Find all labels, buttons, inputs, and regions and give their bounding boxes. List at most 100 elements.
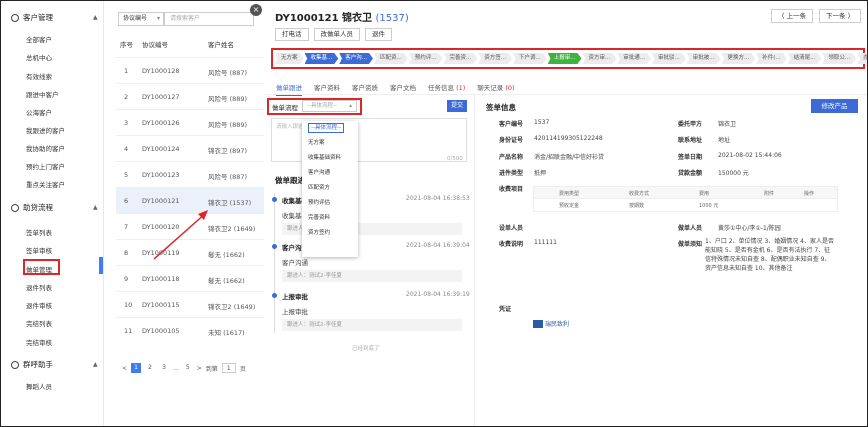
table-row[interactable]: 4 DY1000124 锦衣卫 (897)	[116, 135, 266, 161]
sidebar-section-loan[interactable]: 助贷流程 ▲	[11, 202, 98, 213]
step-item[interactable]: 补件(...	[756, 53, 787, 64]
step-item[interactable]: 结清尾...	[787, 53, 822, 64]
step-item[interactable]: 办理抵...	[857, 53, 867, 64]
table-row[interactable]: 6 DY1000121 锦衣卫 (1537)	[116, 187, 266, 213]
sidebar: 客户管理 ▲ 助贷流程 ▲ 群呼助手 ▲ 全部客户总机中心有效线索跟进中客户公海…	[1, 1, 104, 426]
page-2[interactable]: 2	[145, 363, 155, 373]
sidebar-section-call[interactable]: 群呼助手 ▲	[11, 359, 98, 370]
row-no: 11	[124, 327, 133, 335]
table-row[interactable]: 11 DY1000105 未知 (1617)	[116, 317, 266, 343]
sidebar-item[interactable]: 退件审核	[26, 300, 52, 310]
dropdown-option[interactable]: 客户沟通	[302, 166, 358, 181]
sidebar-item[interactable]: 公海客户	[26, 107, 52, 117]
sidebar-item[interactable]: 签单列表	[26, 227, 52, 237]
table-row[interactable]: 5 DY1000123 风险号 (887)	[116, 161, 266, 187]
table-row[interactable]: 10 DY1000115 锦衣卫2 (1649)	[116, 291, 266, 317]
table-header: 序号 协议编号 客户姓名	[116, 39, 266, 53]
row-no: 7	[124, 223, 129, 231]
step-item[interactable]: 资方审...	[582, 53, 617, 64]
step-item[interactable]: 完善资...	[443, 53, 478, 64]
dropdown-option[interactable]: 完善资料	[302, 211, 358, 226]
next-record-button[interactable]: 下一条 〉	[819, 9, 862, 23]
return-button[interactable]: 退件	[365, 28, 392, 41]
prev-record-button[interactable]: 〈 上一条	[771, 9, 814, 23]
table-row[interactable]: 7 DY1000120 锦衣卫2 (1649)	[116, 213, 266, 239]
search-field-select[interactable]: 协议编号	[118, 12, 164, 26]
info-label: 联系地址	[678, 137, 703, 144]
table-row[interactable]: 9 DY1000118 鬈无 (1662)	[116, 265, 266, 291]
option-label: 收集基础资料	[308, 155, 342, 161]
change-worker-button[interactable]: 改做单人员	[313, 28, 360, 41]
page-1[interactable]: 1	[131, 363, 142, 373]
row-no: 8	[124, 249, 129, 257]
col-fee-type: 费用类型	[559, 191, 580, 197]
page-3[interactable]: 3	[159, 363, 169, 373]
customer-list-panel: 协议编号 请搜索客户 序号 协议编号 客户姓名 1 DY1000128 风险号 (8…	[104, 1, 266, 426]
sidebar-item[interactable]: 我跟进的客户	[26, 125, 65, 135]
edit-product-button[interactable]: 修改产品	[811, 99, 858, 113]
sidebar-item[interactable]: 重点关注客户	[26, 179, 65, 189]
highlight-box	[23, 259, 60, 275]
dropdown-option[interactable]: 收集基础资料	[302, 151, 358, 166]
info-label: 进件类型	[499, 170, 524, 177]
step-item[interactable]: 审批驳...	[652, 53, 686, 64]
table-row[interactable]: 3 DY1000126 风险号 (889)	[116, 109, 266, 135]
col-no: 序号	[120, 41, 133, 49]
table-row: 预收定金 按期数 1000 元	[534, 199, 837, 211]
sidebar-item[interactable]: 跟进中客户	[26, 89, 59, 99]
prev-page-icon[interactable]: <	[122, 365, 127, 372]
sidebar-item[interactable]: 舞蹈人员	[26, 381, 52, 391]
sidebar-item[interactable]: 有效线索	[26, 71, 52, 81]
sidebar-item[interactable]: 退件列表	[26, 282, 52, 292]
row-code: DY1000128	[142, 67, 180, 75]
step-item[interactable]: 预约评...	[408, 53, 443, 64]
info-value: 消金/招联金融/中信好衫贷	[534, 154, 605, 161]
sidebar-item[interactable]: 预约上门客户	[26, 161, 65, 171]
option-label: 预约评估	[308, 200, 331, 206]
step-item[interactable]: 收集基...	[304, 53, 339, 64]
info-label: 客户编号	[499, 121, 524, 128]
step-item[interactable]: 下户调...	[513, 53, 547, 64]
goto-input[interactable]: 1	[221, 363, 236, 373]
step-item[interactable]: 审批通...	[617, 53, 652, 64]
sidebar-item[interactable]: 完结列表	[26, 318, 52, 328]
page-5[interactable]: 5	[183, 363, 193, 373]
close-icon[interactable]: ×	[250, 4, 262, 16]
dropdown-option[interactable]: --具体流程--	[302, 121, 358, 136]
voucher-logo[interactable]: 瑞民致利	[533, 319, 569, 328]
sidebar-item[interactable]: 总机中心	[26, 52, 52, 62]
dropdown-option[interactable]: 无方案	[302, 136, 358, 151]
dropdown-option[interactable]: 资方签约	[302, 226, 358, 241]
step-item[interactable]: 领取公...	[822, 53, 857, 64]
sidebar-item[interactable]: 全部客户	[26, 34, 52, 44]
col-action: 操作	[804, 191, 815, 197]
info-label: 做单须知	[678, 241, 703, 248]
sidebar-item[interactable]: 我协助的客户	[26, 143, 65, 153]
sidebar-item[interactable]: 签单审核	[26, 245, 52, 255]
step-item[interactable]: 上报审...	[547, 53, 582, 64]
step-item[interactable]: 资方签...	[478, 53, 513, 64]
step-item[interactable]: 无方案	[275, 53, 304, 64]
step-item[interactable]: 更换方...	[721, 53, 756, 64]
call-button[interactable]: 打电话	[275, 28, 309, 41]
dropdown-option[interactable]: 匹配资方	[302, 181, 358, 196]
dropdown-option[interactable]: 预约评估	[302, 196, 358, 211]
sidebar-item[interactable]: 完结审核	[26, 337, 52, 347]
sidebar-section-label: 客户管理	[23, 13, 53, 22]
flow-select[interactable]: --具体流程--	[302, 100, 357, 112]
search-input[interactable]: 请搜索客户	[164, 12, 254, 26]
submit-button[interactable]: 提交	[447, 100, 467, 112]
fee-amount: 1000 元	[699, 203, 719, 209]
next-page-icon[interactable]: >	[197, 365, 202, 372]
col-fee-method: 收费方式	[629, 191, 650, 197]
step-item[interactable]: 审批被...	[686, 53, 721, 64]
step-item[interactable]: 客户沟...	[339, 53, 374, 64]
table-row[interactable]: 2 DY1000127 风险号 (889)	[116, 83, 266, 109]
logo-text: 瑞民致利	[545, 321, 570, 328]
table-row[interactable]: 8 DY1000119 鬈无 (1662)	[116, 239, 266, 265]
table-row[interactable]: 1 DY1000128 风险号 (887)	[116, 57, 266, 83]
event-person: 跟进人：测试2-李佳夏	[282, 270, 462, 282]
timeline-dot	[272, 293, 277, 298]
sidebar-section-customer[interactable]: 客户管理 ▲	[11, 12, 98, 23]
step-item[interactable]: 匹配资...	[374, 53, 408, 64]
